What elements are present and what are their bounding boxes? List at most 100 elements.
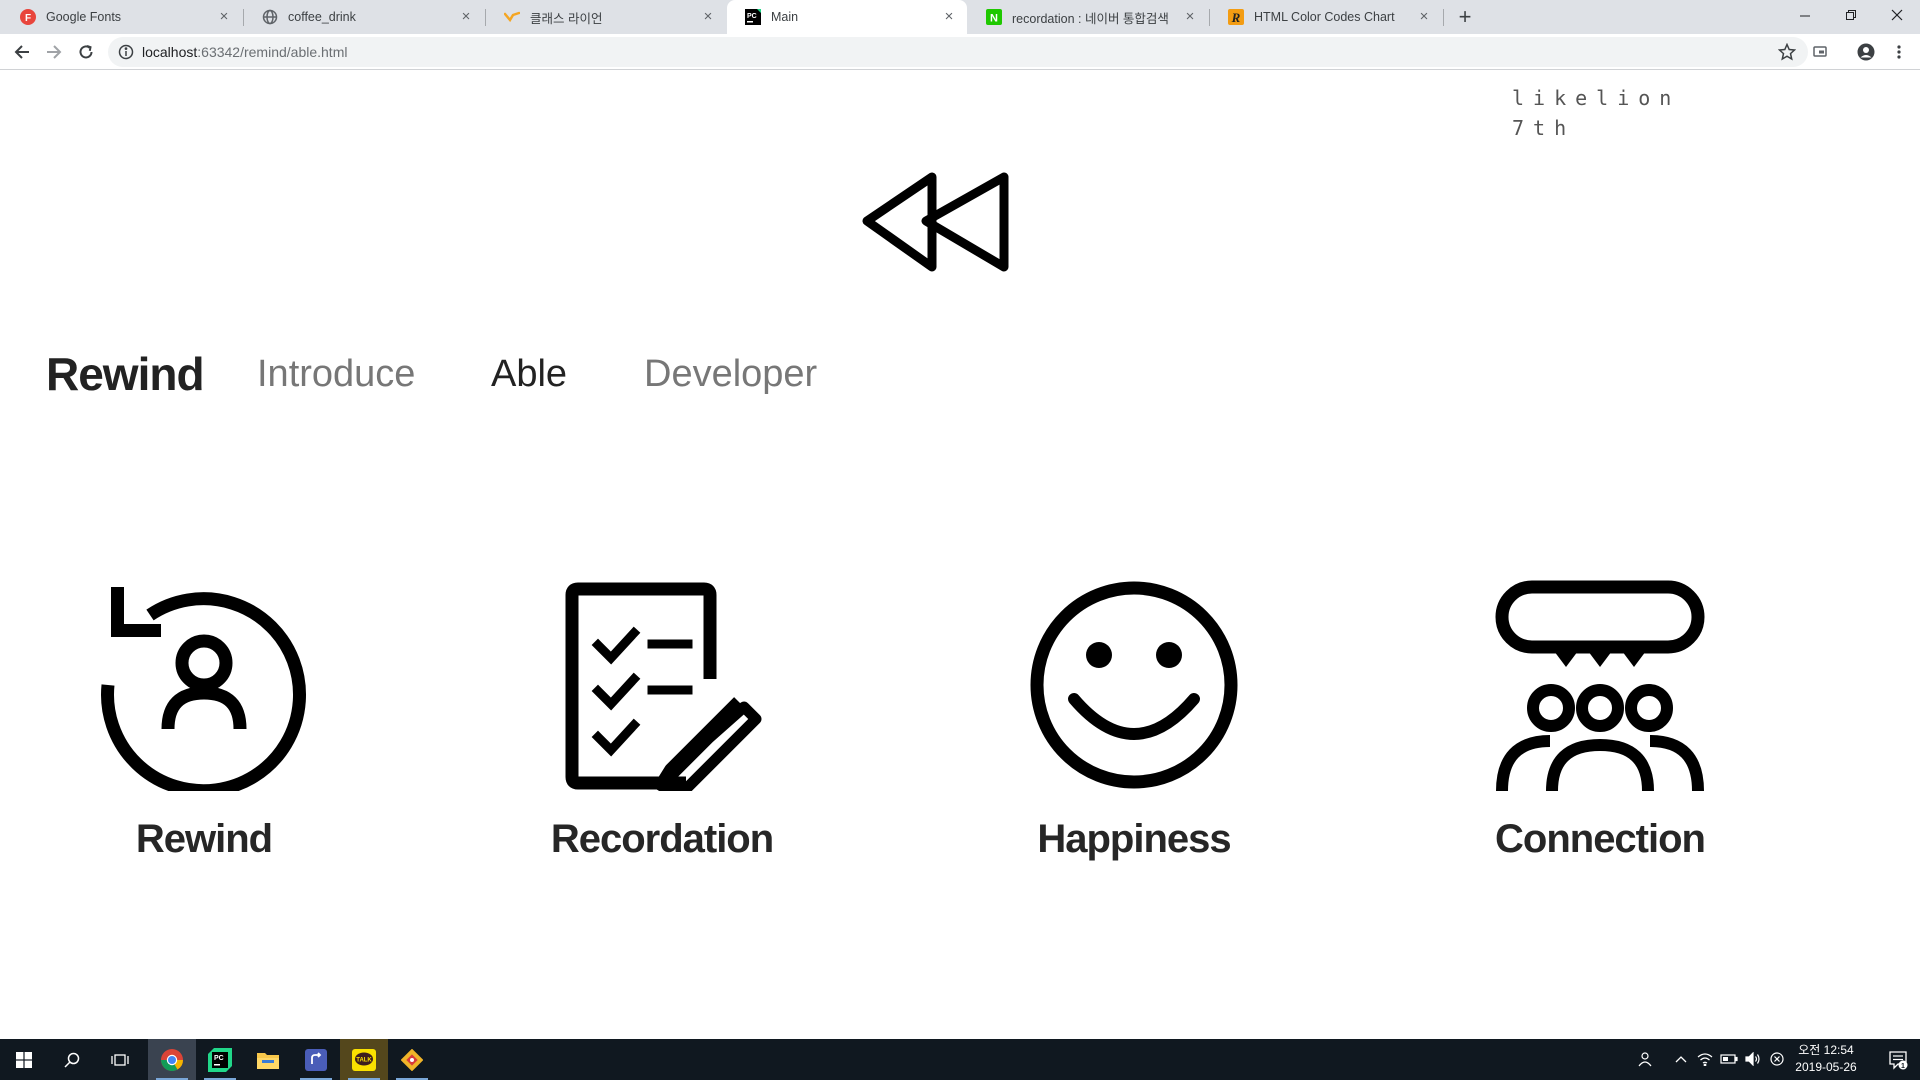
back-button[interactable] [8,38,36,66]
notification-count: 1 [1901,1063,1905,1070]
app-icon [305,1048,327,1071]
tab-html-color-codes[interactable]: R HTML Color Codes Chart × [1210,0,1442,34]
brand-note: likelion 7th [1512,83,1680,143]
svg-text:N: N [990,13,998,25]
browser-menu-button[interactable] [1885,38,1913,66]
taskbar-git[interactable] [388,1039,436,1080]
likelion-icon [504,9,520,25]
task-view-icon [111,1053,129,1066]
start-button[interactable] [0,1039,48,1080]
notification-icon: 1 [1889,1050,1908,1070]
battery-icon[interactable] [1720,1050,1738,1068]
tab-google-fonts[interactable]: F Google Fonts × [2,0,242,34]
url-text[interactable]: localhost:63342/remind/able.html [142,44,347,60]
minimize-button[interactable] [1782,0,1828,30]
url-path: :63342/remind/able.html [197,44,348,60]
close-icon[interactable]: × [941,9,957,25]
brand-note-line: 7th [1512,116,1576,140]
rewind-user-icon [101,587,306,791]
account-icon [1857,43,1875,61]
cast-icon [1813,46,1827,57]
nav-item-able[interactable]: Able [491,353,567,396]
nav-brand-rewind[interactable]: Rewind [46,347,205,401]
windows-icon [16,1051,32,1068]
new-tab-button[interactable]: + [1452,4,1478,30]
nav-item-developer[interactable]: Developer [644,353,817,396]
kakaotalk-label: TALK [356,1057,372,1063]
svg-text:R: R [1231,10,1241,25]
close-icon[interactable]: × [1182,9,1198,25]
globe-icon [262,9,278,25]
feature-label: Happiness [1037,817,1231,861]
tab-title: Main [771,10,799,24]
feature-happiness: Happiness [1004,579,1264,862]
r-icon: R [1228,9,1244,25]
rewind-logo-icon[interactable] [856,167,1012,281]
taskbar-pycharm[interactable]: PC [196,1039,244,1080]
kakaotalk-icon: TALK [352,1048,376,1071]
people-icon[interactable] [1636,1050,1654,1068]
tab-main[interactable]: PC Main × [727,0,967,34]
git-icon [401,1048,423,1071]
arrow-left-icon [14,45,29,59]
feature-connection: Connection [1470,579,1730,862]
pycharm-icon: PC [208,1047,232,1072]
close-icon[interactable]: × [216,9,232,25]
volume-icon[interactable] [1744,1050,1762,1068]
tab-coffee-drink[interactable]: coffee_drink × [244,0,484,34]
taskbar-file-explorer[interactable] [244,1039,292,1080]
browser-toolbar: localhost:63342/remind/able.html [0,34,1920,70]
reload-button[interactable] [72,38,100,66]
feature-label: Rewind [135,817,273,861]
address-bar[interactable]: localhost:63342/remind/able.html [108,37,1808,67]
windows-taskbar: PC TALK 오전 12:54 2019-05-26 1 [0,1039,1920,1080]
tab-title: recordation : 네이버 통합검색 [1012,11,1169,26]
chevron-up-icon[interactable] [1672,1050,1690,1068]
browser-tab-strip: F Google Fonts × coffee_drink × 클래스 라이언 … [0,0,1920,34]
svg-text:PC: PC [747,13,757,20]
clock-date: 2019-05-26 [1795,1060,1857,1074]
action-center-button[interactable]: 1 [1874,1039,1920,1080]
minimize-icon [1800,15,1810,17]
close-icon[interactable]: × [700,9,716,25]
group-chat-icon [1495,580,1705,791]
restore-icon [1846,10,1856,20]
feature-label: Recordation [550,817,774,861]
star-icon[interactable] [1778,43,1796,61]
tab-divider [1443,9,1444,26]
tab-title: coffee_drink [288,10,356,24]
checklist-pencil-icon [565,582,762,791]
taskbar-app[interactable] [292,1039,340,1080]
profile-button[interactable] [1852,38,1880,66]
file-explorer-icon [257,1052,279,1069]
close-window-button[interactable] [1874,0,1920,30]
close-icon[interactable]: × [1416,9,1432,25]
forward-button[interactable] [40,38,68,66]
feature-recordation: Recordation [532,579,792,862]
search-button[interactable] [48,1039,96,1080]
taskbar-chrome[interactable] [148,1039,196,1080]
clock-time: 오전 12:54 [1798,1043,1854,1057]
search-icon [64,1052,80,1068]
close-icon[interactable]: × [458,9,474,25]
chrome-icon [161,1048,183,1071]
task-view-button[interactable] [96,1039,144,1080]
arrow-right-icon [47,45,62,59]
wifi-icon[interactable] [1696,1050,1714,1068]
brand-note-line: likelion [1512,86,1681,110]
tab-title: HTML Color Codes Chart [1254,10,1395,24]
tab-class-lion[interactable]: 클래스 라이언 × [486,0,726,34]
tab-naver-search[interactable]: N recordation : 네이버 통합검색 × [968,0,1208,34]
taskbar-kakaotalk[interactable]: TALK [340,1039,388,1080]
info-icon[interactable] [118,44,134,60]
status-alert-icon[interactable] [1768,1050,1786,1068]
feature-rewind: Rewind [74,579,334,862]
taskbar-clock[interactable]: 오전 12:54 2019-05-26 [1786,1042,1866,1076]
cast-button[interactable] [1806,38,1834,66]
restore-button[interactable] [1828,0,1874,30]
nav-item-introduce[interactable]: Introduce [257,353,415,396]
pycharm-icon: PC [745,9,761,25]
feature-label: Connection [1495,817,1706,861]
naver-icon: N [986,9,1002,25]
svg-text:F: F [25,13,31,24]
